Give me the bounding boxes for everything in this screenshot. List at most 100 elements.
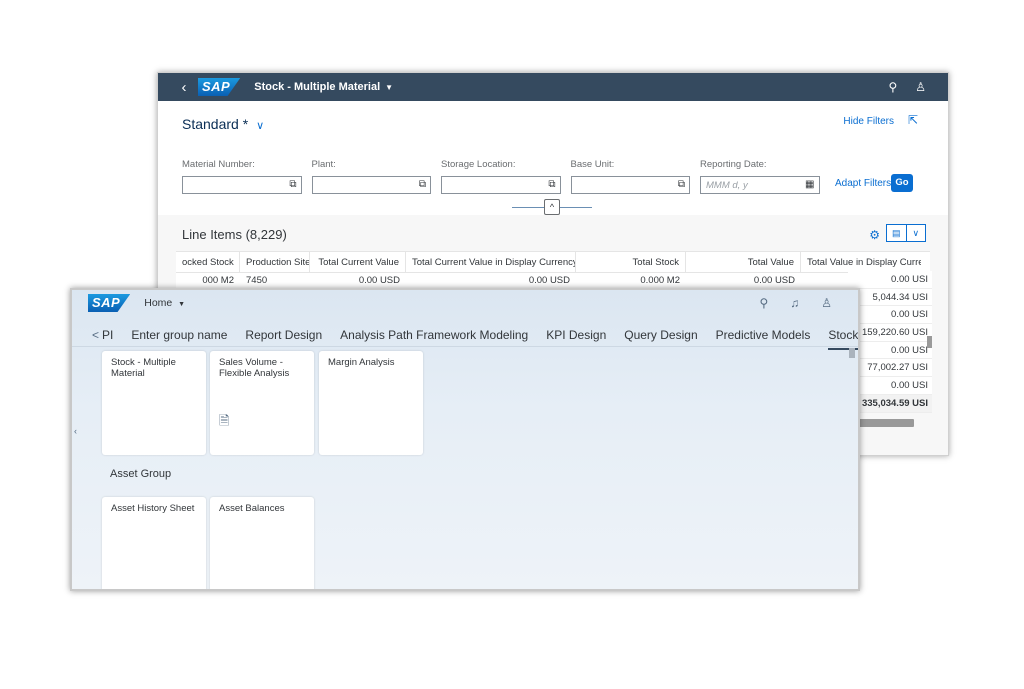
user-icon[interactable]: ♙ (821, 296, 832, 310)
gear-icon[interactable]: ⚙ (869, 228, 880, 242)
home-menu[interactable]: Home ▼ (144, 297, 185, 309)
table-total-cell: 335,034.59 USI (848, 394, 932, 413)
chevron-left-icon[interactable]: < (92, 328, 99, 342)
share-icon[interactable]: ⇱ (908, 113, 918, 127)
back-icon[interactable]: ‹ (170, 79, 198, 96)
horizontal-scrollbar[interactable] (858, 419, 914, 427)
table-view-icon[interactable]: ▤ (887, 225, 907, 241)
table-cell: 5,044.34 USI (848, 288, 932, 307)
chevron-down-icon[interactable]: ∨ (907, 225, 926, 241)
tile-title: Stock - Multiple Material (111, 357, 176, 379)
material-number-input[interactable]: ⧉ (182, 176, 302, 194)
adapt-filters-button[interactable]: Adapt Filters (835, 178, 891, 189)
filter-label: Storage Location: (441, 159, 516, 170)
launchpad-window: SAP Home ▼ ⚲ ♫ ♙ < PI Enter group name R… (70, 288, 860, 591)
table-row[interactable]: 000 M2 7450 0.00 USD 0.00 USD 0.000 M2 0… (176, 273, 930, 289)
chevron-down-icon[interactable]: ▼ (178, 301, 185, 308)
variant-selector[interactable]: Standard * ∨ (182, 116, 264, 132)
document-icon: 🗎 (219, 413, 230, 428)
table-cell: 0.000 M2 (640, 275, 680, 286)
column-header[interactable]: Total Current Value (310, 252, 406, 272)
shell-bar: SAP Home ▼ ⚲ ♫ ♙ (72, 290, 858, 316)
chevron-down-icon[interactable]: ∨ (256, 120, 264, 132)
tile-margin-analysis[interactable]: Margin Analysis (319, 351, 423, 455)
filter-material-number: Material Number: ⧉ (182, 159, 312, 194)
tile-asset-history-sheet[interactable]: Asset History Sheet (102, 497, 206, 589)
user-icon[interactable]: ♙ (915, 80, 926, 94)
table-cell: 7450 (246, 275, 268, 286)
collapse-header-button[interactable]: ^ (544, 199, 560, 215)
total-value-display-column: 0.00 USI 5,044.34 USI 0.00 USI 159,220.6… (848, 271, 932, 413)
tab-predictive-models[interactable]: Predictive Models (716, 328, 811, 342)
shell-bar: ‹ SAP Stock - Multiple Material ▼ ⚲ ♙ (158, 73, 948, 101)
tab-kpi-design[interactable]: KPI Design (546, 328, 606, 342)
column-header[interactable]: Total Value in Display Curren (801, 252, 921, 272)
group-tabs: < PI Enter group name Report Design Anal… (72, 322, 858, 350)
plant-input[interactable]: ⧉ (311, 176, 431, 194)
tab-analysis-path-framework-modeling[interactable]: Analysis Path Framework Modeling (340, 328, 528, 342)
view-switch-button[interactable]: ▤ ∨ (886, 224, 926, 242)
tile-sales-volume-flexible-analysis[interactable]: Sales Volume - Flexible Analysis 🗎 (210, 351, 314, 455)
search-icon[interactable]: ⚲ (888, 80, 897, 94)
column-header[interactable]: Production Site (240, 252, 310, 272)
storage-location-input[interactable]: ⧉ (441, 176, 561, 194)
filter-storage-location: Storage Location: ⧉ (441, 159, 571, 194)
table-header: ocked Stock Production Site Total Curren… (176, 251, 930, 273)
filter-label: Material Number: (182, 159, 255, 170)
group-title: Asset Group (110, 468, 172, 480)
filter-label: Reporting Date: (700, 159, 767, 170)
filter-base-unit: Base Unit: ⧉ (570, 159, 701, 194)
tab-pi[interactable]: PI (102, 328, 113, 342)
value-help-icon[interactable]: ⧉ (419, 179, 426, 190)
go-button[interactable]: Go (891, 174, 913, 192)
table-cell: 0.00 USD (358, 275, 400, 286)
home-label: Home (144, 297, 173, 309)
tab-query-design[interactable]: Query Design (624, 328, 697, 342)
app-title[interactable]: Stock - Multiple Material (254, 81, 380, 93)
table-cell: 0.00 USI (848, 271, 932, 289)
table-cell: 000 M2 (202, 275, 234, 286)
table-cell: 0.00 USD (753, 275, 795, 286)
vertical-scrollbar[interactable] (849, 348, 855, 358)
value-help-icon[interactable]: ⧉ (289, 179, 296, 190)
notification-bell-icon[interactable]: ♫ (790, 296, 799, 310)
sap-logo[interactable]: SAP (88, 294, 131, 312)
filter-label: Plant: (311, 159, 336, 170)
filter-label: Base Unit: (570, 159, 615, 170)
table-cell: 0.00 USI (848, 377, 932, 395)
vertical-scrollbar[interactable] (927, 336, 932, 348)
filter-bar: Material Number: ⧉ Plant: ⧉ Storage Loca… (182, 159, 830, 194)
filter-plant: Plant: ⧉ (311, 159, 442, 194)
sap-logo[interactable]: SAP (198, 78, 241, 96)
divider (72, 346, 858, 347)
base-unit-input[interactable]: ⧉ (570, 176, 690, 194)
column-header[interactable]: Total Stock (576, 252, 686, 272)
tile-title: Margin Analysis (328, 357, 395, 368)
column-header[interactable]: Total Value (686, 252, 801, 272)
calendar-icon[interactable]: ▦ (805, 179, 814, 190)
reporting-date-input[interactable]: MMM d, y ▦ (700, 176, 820, 194)
tile-asset-balances[interactable]: Asset Balances (210, 497, 314, 589)
value-help-icon[interactable]: ⧉ (678, 179, 685, 190)
table-cell: 159,220.60 USI (848, 324, 932, 342)
date-placeholder: MMM d, y (706, 180, 748, 191)
edge-marker-icon: ‹ (74, 426, 77, 436)
table-cell: 0.00 USI (848, 341, 932, 360)
table-cell: 77,002.27 USI (848, 359, 932, 378)
table-cell: 0.00 USD (528, 275, 570, 286)
table-title: Line Items (8,229) (182, 227, 287, 242)
column-header[interactable]: Total Current Value in Display Currency (406, 252, 576, 272)
tab-report-design[interactable]: Report Design (245, 328, 322, 342)
tile-title: Sales Volume - Flexible Analysis (219, 357, 290, 379)
tile-stock-multiple-material[interactable]: Stock - Multiple Material (102, 351, 206, 455)
filter-reporting-date: Reporting Date: MMM d, y ▦ (700, 159, 830, 194)
column-header[interactable]: ocked Stock (176, 252, 240, 272)
tile-title: Asset History Sheet (111, 503, 195, 514)
chevron-down-icon[interactable]: ▼ (385, 83, 393, 92)
table-cell: 0.00 USI (848, 306, 932, 325)
variant-name: Standard * (182, 116, 249, 132)
value-help-icon[interactable]: ⧉ (548, 179, 555, 190)
tab-enter-group-name[interactable]: Enter group name (131, 328, 227, 342)
search-icon[interactable]: ⚲ (759, 296, 768, 310)
hide-filters-link[interactable]: Hide Filters (843, 116, 894, 127)
